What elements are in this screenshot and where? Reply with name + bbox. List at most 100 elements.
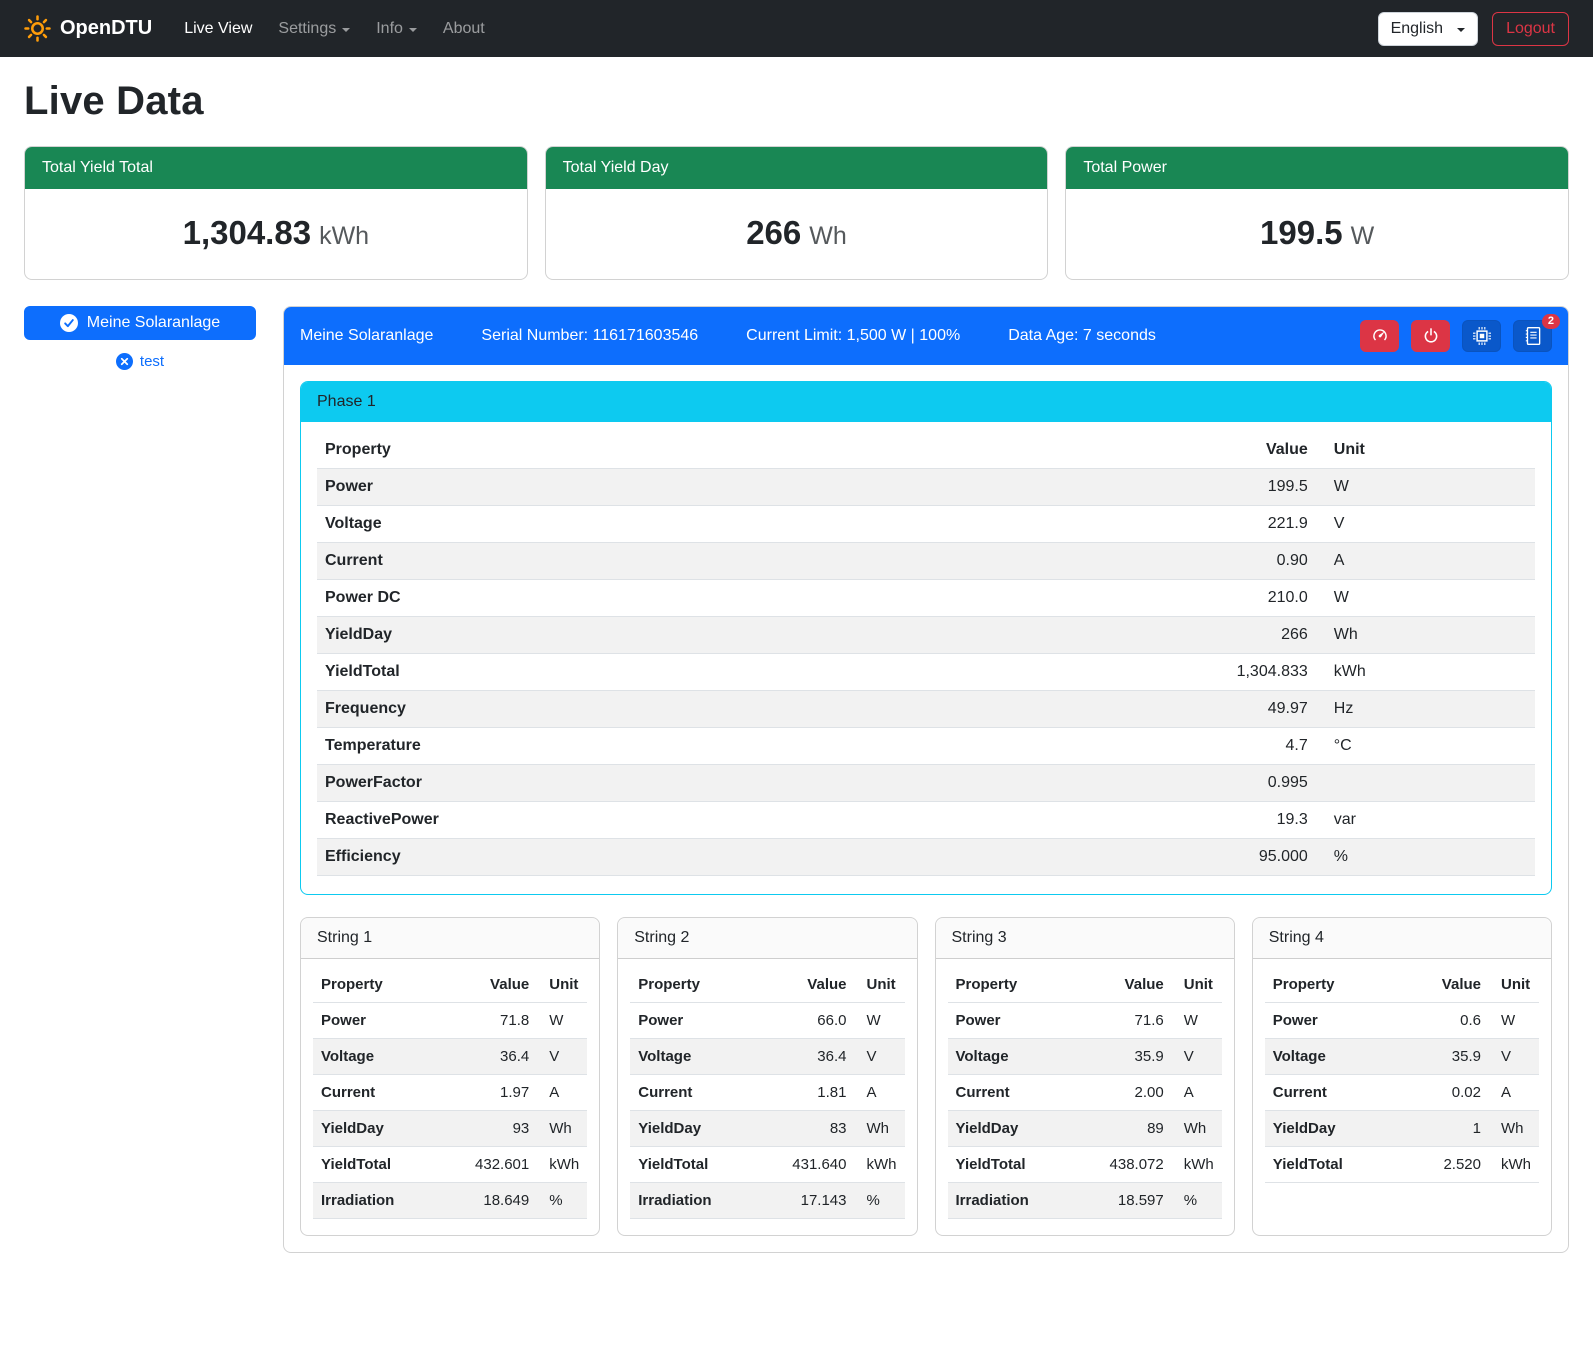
unit-cell: V <box>855 1039 905 1075</box>
unit-cell: W <box>1172 1003 1222 1039</box>
table-row: Efficiency95.000% <box>317 839 1535 876</box>
unit-cell: var <box>1316 802 1535 839</box>
unit-cell: % <box>855 1183 905 1219</box>
value-cell: 1,304.833 <box>915 654 1316 691</box>
inverter-list: Meine Solaranlage test <box>24 306 256 370</box>
logout-button[interactable]: Logout <box>1492 12 1569 46</box>
inverter-button-label: Meine Solaranlage <box>87 314 220 332</box>
value-cell: 432.601 <box>439 1147 538 1183</box>
table-row: PowerFactor0.995 <box>317 765 1535 802</box>
column-header-unit: Unit <box>537 967 587 1003</box>
value-cell: 438.072 <box>1073 1147 1172 1183</box>
inverter-name: Meine Solaranlage <box>300 327 433 345</box>
property-cell: Voltage <box>313 1039 439 1075</box>
summary-card-title: Total Yield Day <box>546 147 1048 189</box>
value-cell: 0.6 <box>1401 1003 1489 1039</box>
value-cell: 210.0 <box>915 580 1316 617</box>
table-row: YieldTotal438.072kWh <box>948 1147 1222 1183</box>
unit-cell: A <box>1172 1075 1222 1111</box>
column-header-unit: Unit <box>1316 432 1535 469</box>
nav-item-info[interactable]: Info <box>366 12 427 46</box>
unit-cell: W <box>1489 1003 1539 1039</box>
string-body: Property Value Unit Power66.0WVoltage36.… <box>618 959 916 1235</box>
property-cell: PowerFactor <box>317 765 915 802</box>
value-cell: 0.90 <box>915 543 1316 580</box>
chevron-down-icon <box>1457 28 1465 32</box>
table-row: Voltage35.9V <box>948 1039 1222 1075</box>
brand[interactable]: OpenDTU <box>24 15 152 42</box>
string-title: String 1 <box>301 918 599 959</box>
table-row: Current1.97A <box>313 1075 587 1111</box>
summary-row: Total Yield Total 1,304.83kWh Total Yiel… <box>24 146 1569 280</box>
power-button[interactable] <box>1411 320 1450 352</box>
column-header-value: Value <box>756 967 855 1003</box>
unit-cell: A <box>855 1075 905 1111</box>
value-cell: 93 <box>439 1111 538 1147</box>
nav-item-live-view[interactable]: Live View <box>174 12 262 46</box>
column-header-value: Value <box>439 967 538 1003</box>
value-cell: 0.02 <box>1401 1075 1489 1111</box>
phase-table: Property Value Unit Power199.5WVoltage22… <box>317 432 1535 876</box>
table-row: YieldDay93Wh <box>313 1111 587 1147</box>
table-header-row: Property Value Unit <box>317 432 1535 469</box>
value-cell: 35.9 <box>1401 1039 1489 1075</box>
summary-unit: Wh <box>809 222 847 250</box>
sun-icon <box>24 15 51 42</box>
property-cell: Temperature <box>317 728 915 765</box>
value-cell: 95.000 <box>915 839 1316 876</box>
property-cell: Power <box>317 469 915 506</box>
language-select[interactable]: English <box>1378 12 1478 46</box>
table-row: YieldDay266Wh <box>317 617 1535 654</box>
unit-cell: kWh <box>1172 1147 1222 1183</box>
inverter-data-age: Data Age: 7 seconds <box>1008 327 1156 345</box>
table-header-row: Property Value Unit <box>313 967 587 1003</box>
check-circle-icon <box>60 314 78 332</box>
value-cell: 71.8 <box>439 1003 538 1039</box>
string-body: Property Value Unit Power71.8WVoltage36.… <box>301 959 599 1235</box>
brand-name: OpenDTU <box>60 17 152 40</box>
table-row: Temperature4.7°C <box>317 728 1535 765</box>
x-circle-icon <box>116 353 133 370</box>
string-card-2: String 2 Property Value Unit Power66.0WV… <box>617 917 917 1236</box>
unit-cell: V <box>1489 1039 1539 1075</box>
table-row: Irradiation18.649% <box>313 1183 587 1219</box>
phase-card: Phase 1 Property Value Unit Power199.5WV… <box>300 381 1552 895</box>
value-cell: 71.6 <box>1073 1003 1172 1039</box>
table-row: YieldDay89Wh <box>948 1111 1222 1147</box>
chevron-down-icon <box>342 28 350 32</box>
gauge-icon <box>1371 327 1389 345</box>
value-cell: 431.640 <box>756 1147 855 1183</box>
value-cell: 18.597 <box>1073 1183 1172 1219</box>
property-cell: Power DC <box>317 580 915 617</box>
value-cell: 266 <box>915 617 1316 654</box>
unit-cell: kWh <box>1316 654 1535 691</box>
property-cell: Voltage <box>630 1039 756 1075</box>
unit-cell: W <box>1316 469 1535 506</box>
nav-item-settings[interactable]: Settings <box>268 12 360 46</box>
summary-unit: kWh <box>319 222 369 250</box>
column-header-value: Value <box>1073 967 1172 1003</box>
limit-settings-button[interactable] <box>1360 320 1399 352</box>
unit-cell: V <box>1316 506 1535 543</box>
column-header-value: Value <box>1401 967 1489 1003</box>
device-info-button[interactable] <box>1462 320 1501 352</box>
unit-cell: % <box>1316 839 1535 876</box>
nav-item-label: About <box>443 20 485 38</box>
property-cell: Power <box>1265 1003 1402 1039</box>
summary-unit: W <box>1351 222 1375 250</box>
value-cell: 66.0 <box>756 1003 855 1039</box>
value-cell: 36.4 <box>439 1039 538 1075</box>
inverter-item-label: test <box>140 353 164 370</box>
unit-cell: kWh <box>855 1147 905 1183</box>
unit-cell: Wh <box>855 1111 905 1147</box>
inverter-item-test[interactable]: test <box>24 353 256 370</box>
unit-cell: Wh <box>1316 617 1535 654</box>
property-cell: Irradiation <box>948 1183 1074 1219</box>
navbar: OpenDTU Live View Settings Info About En… <box>0 0 1593 57</box>
inverter-button-meine-solaranlage[interactable]: Meine Solaranlage <box>24 306 256 340</box>
property-cell: Current <box>630 1075 756 1111</box>
value-cell: 1.97 <box>439 1075 538 1111</box>
string-table: Property Value Unit Power66.0WVoltage36.… <box>630 967 904 1219</box>
nav-item-about[interactable]: About <box>433 12 495 46</box>
event-log-button[interactable]: 2 <box>1513 320 1552 352</box>
